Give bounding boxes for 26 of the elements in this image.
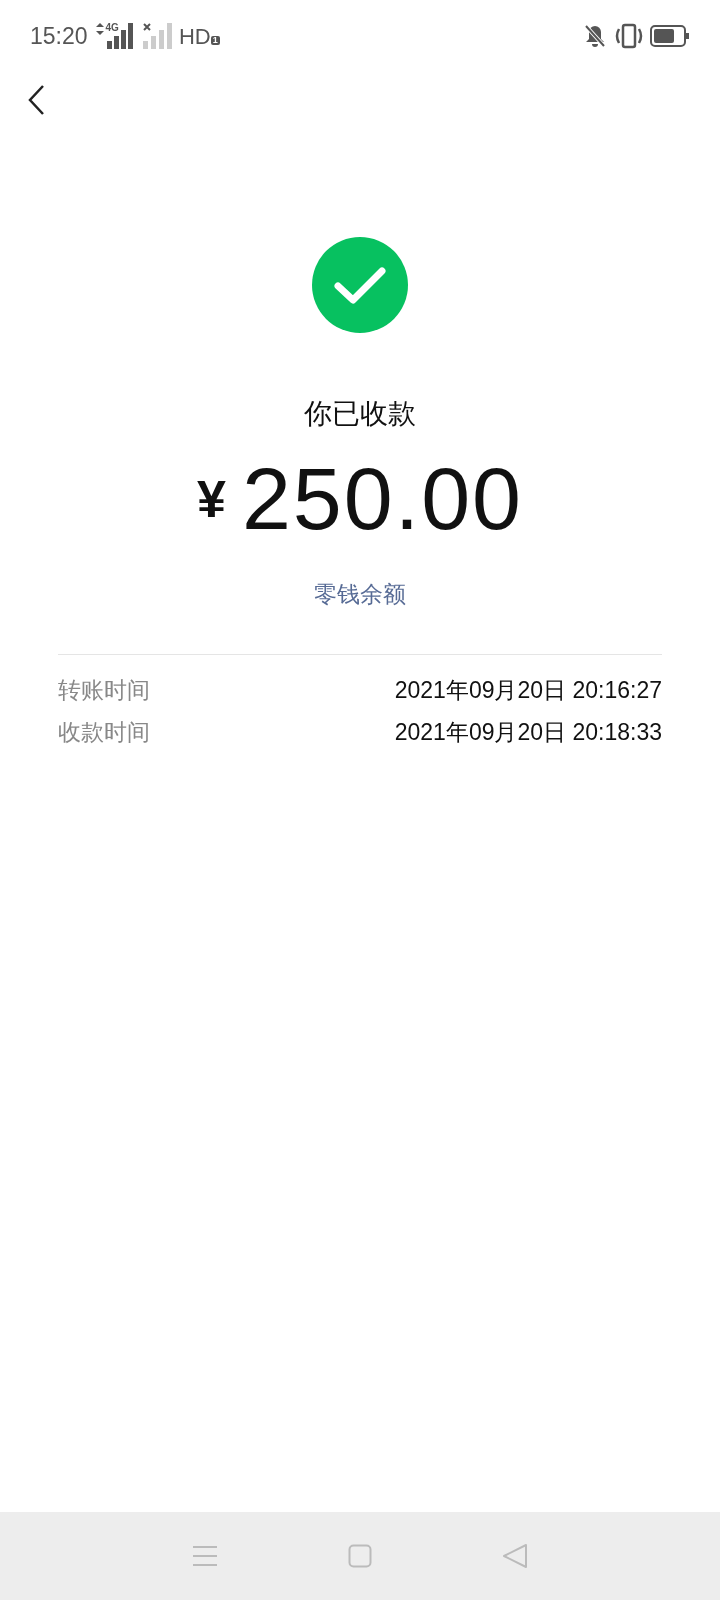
status-title: 你已收款 bbox=[304, 397, 416, 431]
detail-value: 2021年09月20日 20:18:33 bbox=[394, 718, 662, 747]
bell-off-icon bbox=[584, 24, 606, 48]
status-time: 15:20 bbox=[30, 21, 88, 51]
updown-arrows-icon bbox=[95, 23, 104, 35]
menu-button[interactable] bbox=[192, 1545, 218, 1567]
detail-label: 收款时间 bbox=[58, 718, 150, 747]
network-type: 4G bbox=[105, 20, 119, 35]
triangle-icon bbox=[502, 1543, 528, 1569]
back-nav-button[interactable] bbox=[502, 1543, 528, 1569]
home-button[interactable] bbox=[348, 1544, 372, 1568]
currency-symbol: ¥ bbox=[196, 469, 226, 530]
detail-value: 2021年09月20日 20:16:27 bbox=[394, 675, 662, 705]
amount-value: 250.00 bbox=[241, 455, 524, 543]
no-signal-icon bbox=[142, 23, 173, 49]
sim-badge: 1 bbox=[210, 35, 220, 45]
square-icon bbox=[348, 1544, 372, 1568]
back-icon bbox=[27, 84, 45, 116]
hd-label: HD bbox=[178, 22, 211, 51]
balance-link[interactable]: 零钱余额 bbox=[314, 577, 406, 612]
battery-icon bbox=[650, 25, 690, 47]
menu-icon bbox=[192, 1545, 218, 1567]
signal-icon bbox=[106, 23, 135, 49]
detail-label: 转账时间 bbox=[58, 675, 150, 705]
success-check-icon bbox=[312, 237, 408, 333]
vibrate-icon bbox=[614, 23, 644, 49]
